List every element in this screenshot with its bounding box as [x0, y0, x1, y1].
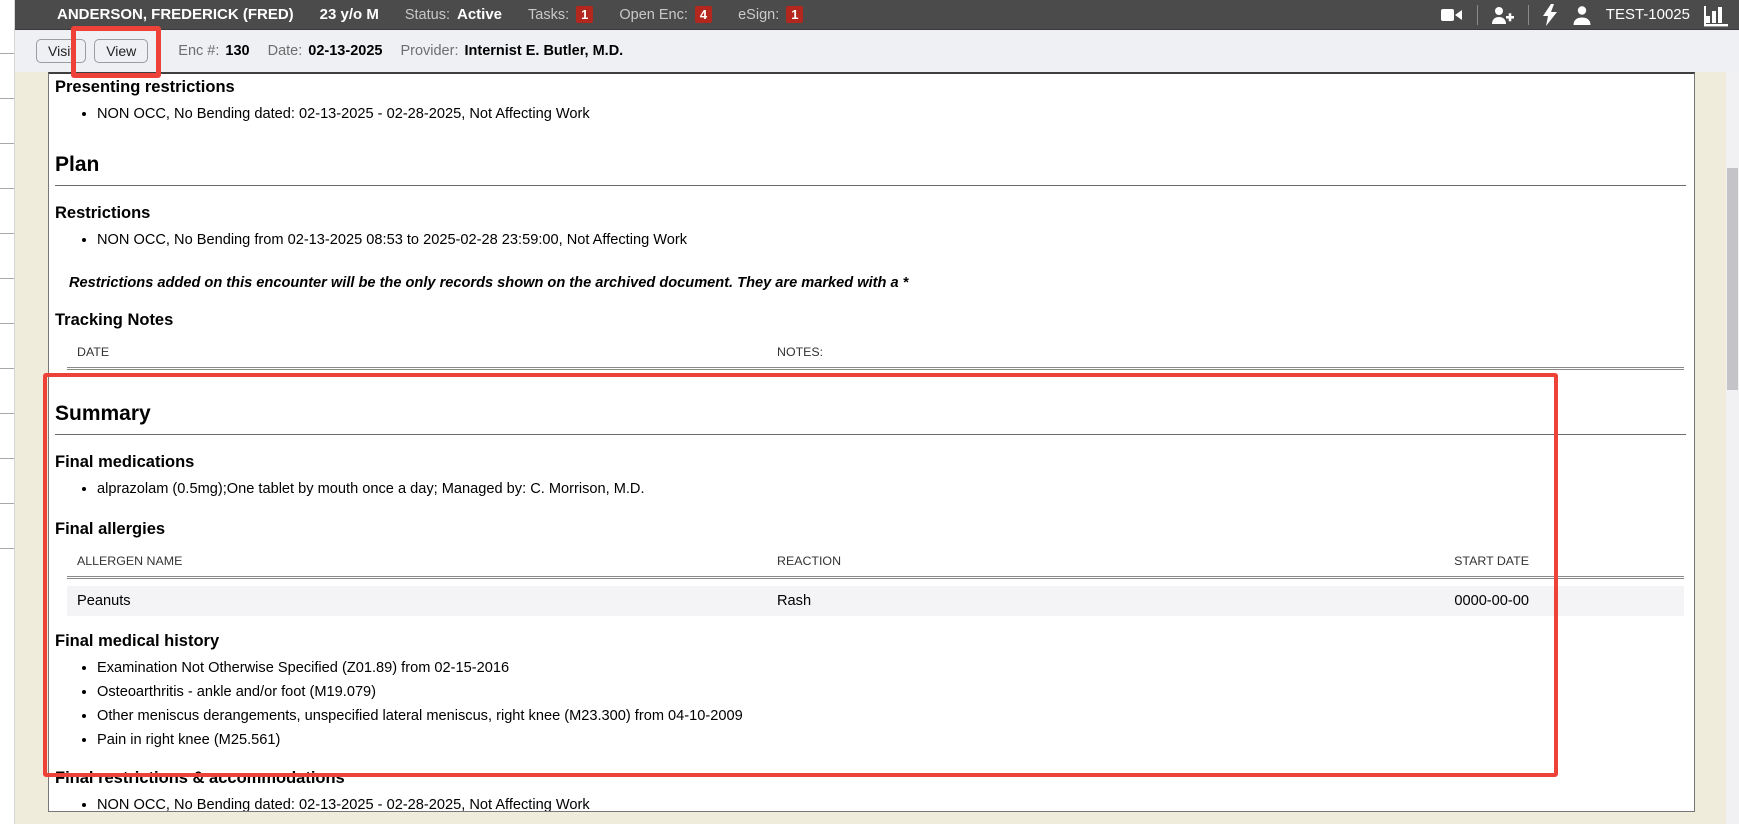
status-group: Status: Active [405, 6, 502, 23]
list-item: Examination Not Otherwise Specified (Z01… [97, 658, 1686, 679]
tasks-count-badge[interactable]: 1 [576, 6, 593, 23]
vertical-scrollbar[interactable] [1726, 72, 1739, 824]
plan-heading: Plan [55, 153, 1686, 177]
open-enc-group: Open Enc: 4 [619, 6, 712, 23]
restrictions-note: Restrictions added on this encounter wil… [69, 275, 1686, 291]
column-header-allergen-name: ALLERGEN NAME [67, 554, 777, 568]
enc-date-value: 02-13-2025 [308, 43, 382, 59]
allergen-name-cell: Peanuts [67, 593, 777, 609]
final-medical-history-heading: Final medical history [55, 632, 1686, 651]
restrictions-list: NON OCC, No Bending from 02-13-2025 08:5… [55, 230, 1686, 251]
open-enc-label: Open Enc: [619, 7, 688, 23]
esign-count-badge[interactable]: 1 [786, 6, 803, 23]
column-header-start-date: START DATE [1364, 554, 1684, 568]
summary-rule [55, 434, 1686, 435]
bar-chart-icon[interactable] [1703, 3, 1729, 27]
allergies-divider [67, 576, 1684, 579]
bolt-icon[interactable] [1542, 4, 1558, 26]
patient-age-sex: 23 y/o M [320, 6, 379, 23]
tab-visit[interactable]: Visit [36, 39, 86, 63]
status-label: Status: [405, 7, 450, 23]
list-item: NON OCC, No Bending dated: 02-13-2025 - … [97, 795, 1686, 812]
list-item: Pain in right knee (M25.561) [97, 730, 1686, 751]
patient-name: ANDERSON, FREDERICK (FRED) [57, 6, 294, 23]
enc-number-label: Enc #: [178, 43, 219, 59]
workspace: Presenting restrictions NON OCC, No Bend… [0, 72, 1739, 824]
list-item: alprazolam (0.5mg);One tablet by mouth o… [97, 479, 1686, 500]
column-header-reaction: REACTION [777, 554, 1364, 568]
final-restrictions-list: NON OCC, No Bending dated: 02-13-2025 - … [55, 795, 1686, 812]
esign-label: eSign: [738, 7, 779, 23]
open-enc-count-badge[interactable]: 4 [695, 6, 712, 23]
column-header-notes: NOTES: [777, 345, 1684, 359]
table-row: Peanuts Rash 0000-00-00 [67, 586, 1684, 616]
encounter-document-panel: Presenting restrictions NON OCC, No Bend… [48, 72, 1695, 812]
final-medications-heading: Final medications [55, 453, 1686, 472]
workstation-id: TEST-10025 [1606, 6, 1690, 23]
left-collapsed-rail [0, 0, 15, 824]
provider-label: Provider: [400, 43, 458, 59]
tracking-notes-header-row: DATE NOTES: [67, 345, 1684, 359]
tracking-notes-divider [67, 367, 1684, 370]
presenting-restrictions-list: NON OCC, No Bending dated: 02-13-2025 - … [55, 104, 1686, 125]
column-header-date: DATE [67, 345, 777, 359]
final-allergies-heading: Final allergies [55, 520, 1686, 539]
provider-value: Internist E. Butler, M.D. [464, 43, 623, 59]
summary-heading: Summary [55, 402, 1686, 426]
enc-number-value: 130 [225, 43, 249, 59]
tasks-label: Tasks: [528, 7, 569, 23]
divider [1528, 5, 1529, 25]
final-restrictions-heading: Final restrictions & accommodations [55, 769, 1686, 788]
divider [1477, 5, 1478, 25]
list-item: NON OCC, No Bending dated: 02-13-2025 - … [97, 104, 1686, 125]
user-icon[interactable] [1571, 4, 1593, 26]
list-item: Other meniscus derangements, unspecified… [97, 706, 1686, 727]
scrollbar-thumb[interactable] [1727, 168, 1738, 390]
plan-rule [55, 185, 1686, 186]
encounter-toolbar: Visit View Enc #: 130 Date: 02-13-2025 P… [0, 30, 1739, 72]
add-person-icon[interactable] [1491, 4, 1515, 26]
restrictions-heading: Restrictions [55, 204, 1686, 223]
start-date-cell: 0000-00-00 [1364, 593, 1684, 609]
final-medications-list: alprazolam (0.5mg);One tablet by mouth o… [55, 479, 1686, 500]
video-camera-icon[interactable] [1440, 4, 1464, 26]
tasks-group: Tasks: 1 [528, 6, 593, 23]
status-value: Active [457, 6, 502, 23]
final-medical-history-list: Examination Not Otherwise Specified (Z01… [55, 658, 1686, 751]
tab-view[interactable]: View [94, 39, 148, 63]
patient-header-bar: ANDERSON, FREDERICK (FRED) 23 y/o M Stat… [0, 0, 1739, 30]
tracking-notes-heading: Tracking Notes [55, 311, 1686, 330]
list-item: NON OCC, No Bending from 02-13-2025 08:5… [97, 230, 1686, 251]
list-item: Osteoarthritis - ankle and/or foot (M19.… [97, 682, 1686, 703]
presenting-restrictions-heading: Presenting restrictions [55, 78, 1686, 97]
allergies-header-row: ALLERGEN NAME REACTION START DATE [67, 554, 1684, 568]
reaction-cell: Rash [777, 593, 1364, 609]
enc-date-label: Date: [268, 43, 303, 59]
esign-group: eSign: 1 [738, 6, 803, 23]
